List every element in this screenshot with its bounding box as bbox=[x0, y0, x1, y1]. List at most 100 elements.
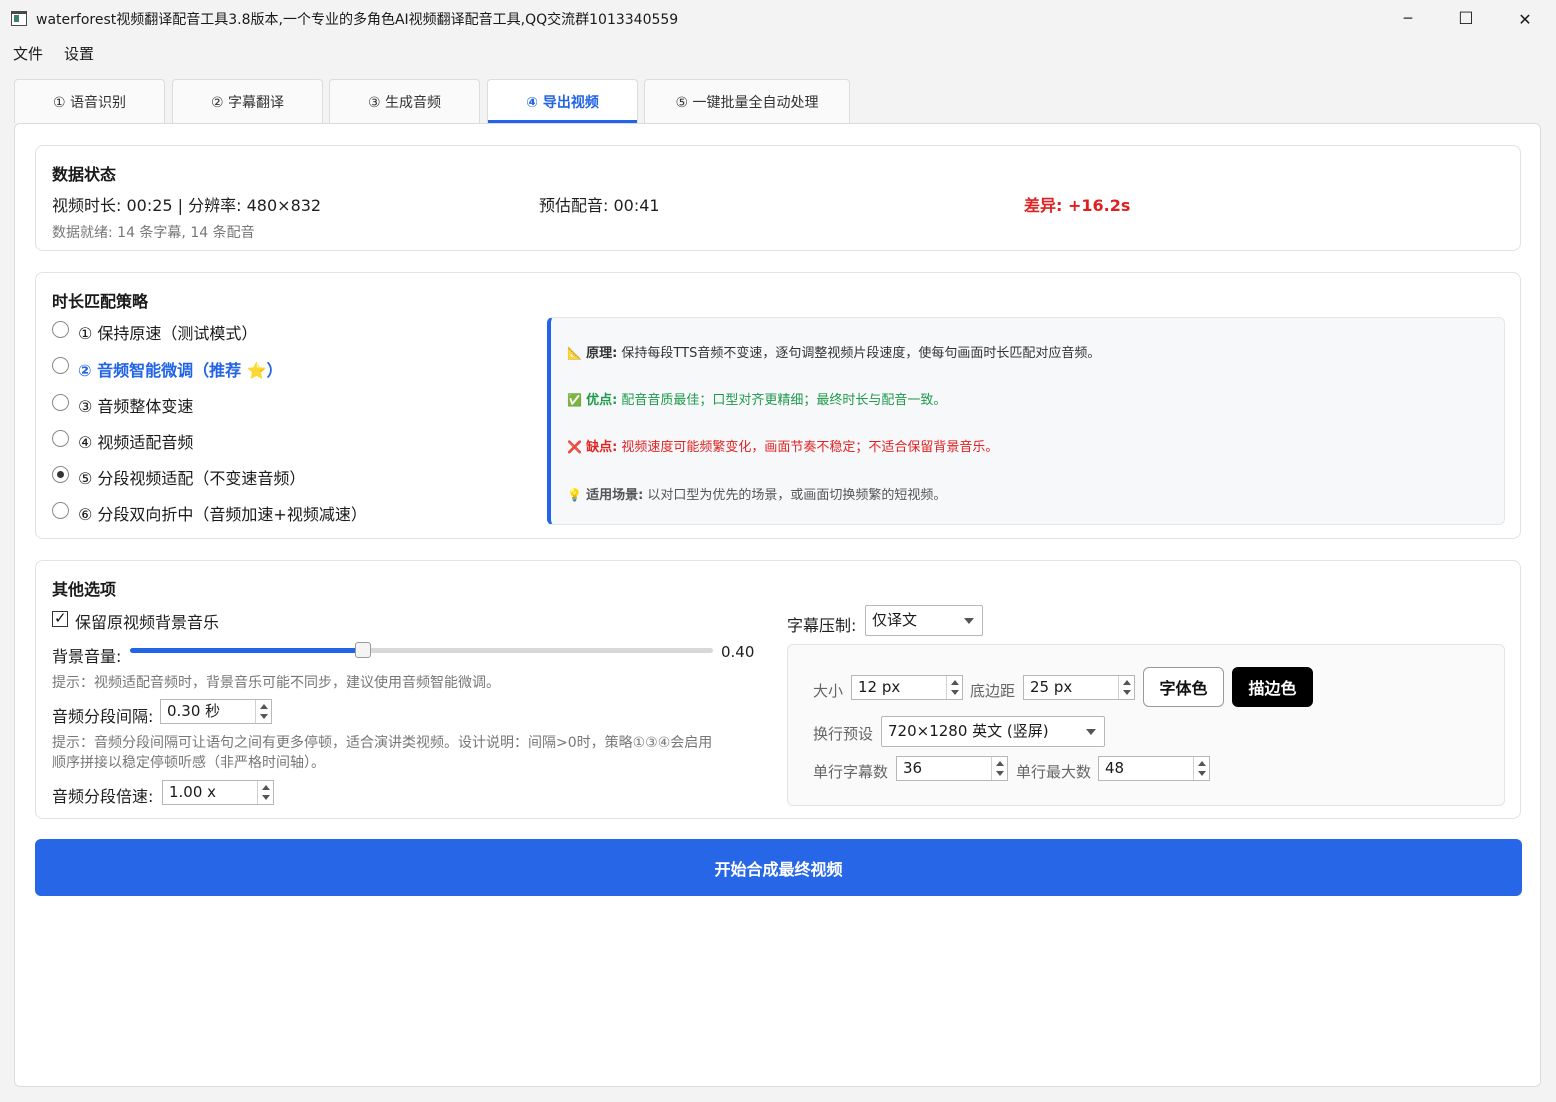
gap-stepper[interactable] bbox=[255, 700, 271, 723]
menu-settings[interactable]: 设置 bbox=[64, 43, 94, 64]
font-size-value: 12 px bbox=[858, 678, 901, 696]
tab-batch-auto[interactable]: ⑤ 一键批量全自动处理 bbox=[644, 79, 850, 123]
line-chars-label: 单行字幕数 bbox=[813, 763, 889, 781]
font-size-spinbox[interactable]: 12 px bbox=[851, 675, 963, 700]
tab-subtitle-translation[interactable]: ② 字幕翻译 bbox=[172, 79, 323, 123]
estimated-dub: 预估配音: 00:41 bbox=[539, 196, 660, 215]
line-max-label: 单行最大数 bbox=[1016, 763, 1092, 781]
window-title: waterforest视频翻译配音工具3.8版本,一个专业的多角色AI视频翻译配… bbox=[36, 12, 679, 28]
subtitle-burn-value: 仅译文 bbox=[872, 611, 918, 629]
strategy-card: 时长匹配策略 ① 保持原速（测试模式） ② 音频智能微调（推荐 ⭐） ③ 音频整… bbox=[35, 272, 1521, 539]
duration-diff: 差异: +16.2s bbox=[1024, 196, 1131, 215]
strategy-label-5: ⑤ 分段视频适配（不变速音频） bbox=[78, 469, 306, 488]
strategy-label-3: ③ 音频整体变速 bbox=[78, 397, 194, 416]
menu-file[interactable]: 文件 bbox=[13, 43, 43, 64]
arrow-up-icon[interactable] bbox=[262, 785, 270, 790]
scene-line: 💡 适用场景: 以对口型为优先的场景，或画面切换频繁的短视频。 bbox=[567, 484, 946, 503]
strategy-radio-6[interactable] bbox=[52, 502, 69, 519]
strategy-info-box: 📐 原理: 保持每段TTS音频不变速，逐句调整视频片段速度，使每句画面时长匹配对… bbox=[547, 317, 1505, 525]
strategy-label-6: ⑥ 分段双向折中（音频加速+视频减速） bbox=[78, 505, 367, 524]
tab-generate-audio[interactable]: ③ 生成音频 bbox=[329, 79, 480, 123]
arrow-down-icon[interactable] bbox=[996, 771, 1004, 776]
other-options-title: 其他选项 bbox=[52, 580, 117, 599]
arrow-up-icon[interactable] bbox=[951, 680, 959, 685]
speed-spinbox[interactable]: 1.00 x bbox=[162, 780, 274, 805]
bg-volume-handle[interactable] bbox=[355, 642, 372, 658]
arrow-down-icon[interactable] bbox=[262, 795, 270, 800]
data-ready-status: 数据就绪: 14 条字幕, 14 条配音 bbox=[52, 225, 255, 241]
light-bulb-icon: 💡 bbox=[567, 488, 582, 502]
bg-volume-label: 背景音量: bbox=[52, 647, 122, 666]
speed-stepper[interactable] bbox=[257, 781, 273, 804]
hint-bgm: 提示：视频适配音频时，背景音乐可能不同步，建议使用音频智能微调。 bbox=[52, 675, 500, 691]
line-max-spinbox[interactable]: 48 bbox=[1098, 756, 1210, 781]
line-chars-value: 36 bbox=[903, 759, 923, 777]
data-status-title: 数据状态 bbox=[52, 165, 117, 184]
keep-bgm-label: 保留原视频背景音乐 bbox=[75, 613, 220, 632]
strategy-radio-5[interactable] bbox=[52, 466, 69, 483]
gap-spinbox[interactable]: 0.30 秒 bbox=[160, 699, 272, 724]
cons-text: 视频速度可能频繁变化，画面节奏不稳定；不适合保留背景音乐。 bbox=[617, 440, 999, 455]
bg-volume-value: 0.40 bbox=[721, 643, 755, 661]
window-edge bbox=[1549, 68, 1556, 1102]
chevron-down-icon bbox=[964, 618, 974, 624]
bottom-margin-stepper[interactable] bbox=[1118, 676, 1134, 699]
ruler-icon: 📐 bbox=[567, 346, 582, 360]
pros-label: 优点: bbox=[586, 393, 618, 408]
font-size-stepper[interactable] bbox=[946, 676, 962, 699]
pros-text: 配音音质最佳；口型对齐更精细；最终时长与配音一致。 bbox=[617, 393, 947, 408]
menu-bar: 文件 设置 bbox=[0, 38, 1556, 68]
pros-line: ✅ 优点: 配音音质最佳；口型对齐更精细；最终时长与配音一致。 bbox=[567, 389, 946, 408]
cons-label: 缺点: bbox=[586, 440, 618, 455]
font-color-button[interactable]: 字体色 bbox=[1143, 667, 1224, 707]
strategy-radio-2[interactable] bbox=[52, 357, 69, 374]
minimize-icon: ─ bbox=[1403, 11, 1413, 27]
scene-label: 适用场景: bbox=[586, 488, 644, 503]
gap-value: 0.30 秒 bbox=[167, 702, 221, 720]
tab-export-video[interactable]: ④ 导出视频 bbox=[487, 79, 638, 123]
strategy-radio-1[interactable] bbox=[52, 321, 69, 338]
arrow-down-icon[interactable] bbox=[260, 714, 268, 719]
arrow-up-icon[interactable] bbox=[260, 704, 268, 709]
arrow-up-icon[interactable] bbox=[996, 761, 1004, 766]
close-button[interactable]: ✕ bbox=[1496, 0, 1554, 38]
principle-text: 保持每段TTS音频不变速，逐句调整视频片段速度，使每句画面时长匹配对应音频。 bbox=[617, 346, 1101, 361]
line-max-value: 48 bbox=[1105, 759, 1125, 777]
start-compose-button[interactable]: 开始合成最终视频 bbox=[35, 839, 1522, 896]
scene-text: 以对口型为优先的场景，或画面切换频繁的短视频。 bbox=[643, 488, 947, 503]
cross-mark-icon: ❌ bbox=[567, 440, 582, 454]
title-bar: waterforest视频翻译配音工具3.8版本,一个专业的多角色AI视频翻译配… bbox=[0, 0, 1556, 38]
wrap-preset-select[interactable]: 720×1280 英文 (竖屏) bbox=[881, 716, 1105, 747]
bottom-margin-spinbox[interactable]: 25 px bbox=[1023, 675, 1135, 700]
subtitle-burn-label: 字幕压制: bbox=[787, 616, 857, 635]
bg-volume-fill bbox=[130, 648, 364, 653]
keep-bgm-checkbox[interactable] bbox=[52, 609, 68, 627]
font-size-label: 大小 bbox=[813, 682, 844, 700]
arrow-down-icon[interactable] bbox=[951, 690, 959, 695]
line-chars-stepper[interactable] bbox=[991, 757, 1007, 780]
principle-line: 📐 原理: 保持每段TTS音频不变速，逐句调整视频片段速度，使每句画面时长匹配对… bbox=[567, 342, 1100, 361]
gap-label: 音频分段间隔: bbox=[52, 707, 154, 726]
strategy-radio-4[interactable] bbox=[52, 430, 69, 447]
minimize-button[interactable]: ─ bbox=[1379, 0, 1437, 38]
arrow-down-icon[interactable] bbox=[1198, 771, 1206, 776]
maximize-button[interactable]: ☐ bbox=[1437, 0, 1495, 38]
subtitle-style-box: 大小 12 px 底边距 25 px 字体色 描边色 换行预设 720×1280… bbox=[787, 644, 1505, 806]
speed-value: 1.00 x bbox=[169, 783, 217, 801]
line-max-stepper[interactable] bbox=[1193, 757, 1209, 780]
check-mark-icon: ✅ bbox=[567, 393, 582, 407]
arrow-up-icon[interactable] bbox=[1198, 761, 1206, 766]
video-info: 视频时长: 00:25 | 分辨率: 480×832 bbox=[52, 196, 322, 215]
stroke-color-button[interactable]: 描边色 bbox=[1232, 667, 1313, 707]
bg-volume-slider[interactable] bbox=[130, 642, 713, 658]
principle-label: 原理: bbox=[586, 346, 618, 361]
subtitle-burn-select[interactable]: 仅译文 bbox=[865, 605, 983, 636]
tab-speech-recognition[interactable]: ① 语音识别 bbox=[14, 79, 165, 123]
strategy-radio-3[interactable] bbox=[52, 394, 69, 411]
arrow-up-icon[interactable] bbox=[1123, 680, 1131, 685]
cons-line: ❌ 缺点: 视频速度可能频繁变化，画面节奏不稳定；不适合保留背景音乐。 bbox=[567, 436, 998, 455]
other-options-card: 其他选项 保留原视频背景音乐 背景音量: 0.40 提示：视频适配音频时，背景音… bbox=[35, 560, 1521, 819]
arrow-down-icon[interactable] bbox=[1123, 690, 1131, 695]
chevron-down-icon bbox=[1086, 729, 1096, 735]
line-chars-spinbox[interactable]: 36 bbox=[896, 756, 1008, 781]
